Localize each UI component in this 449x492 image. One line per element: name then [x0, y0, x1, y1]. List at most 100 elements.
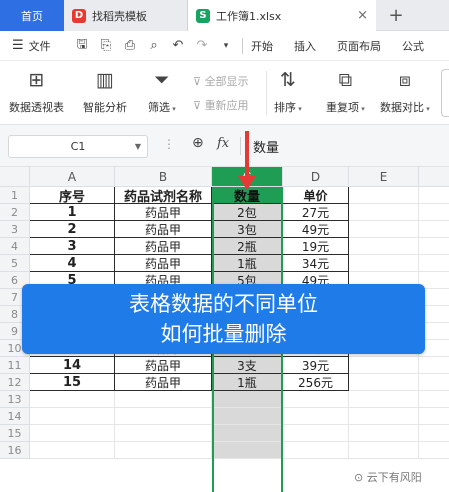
- cell-quantity[interactable]: [212, 425, 283, 442]
- cell-quantity[interactable]: [212, 408, 283, 425]
- cell-index[interactable]: [30, 408, 115, 425]
- header-cell-unit-price[interactable]: 单价: [283, 187, 349, 204]
- sort-button[interactable]: ⇅ 排序 ▾: [274, 67, 302, 115]
- customize-chevron-icon[interactable]: ▾: [214, 41, 238, 51]
- cell-quantity[interactable]: [212, 442, 283, 459]
- column-header-f[interactable]: [419, 167, 449, 187]
- empty-cell[interactable]: [349, 425, 419, 442]
- filter-button[interactable]: ⏷ 筛选 ▾: [148, 67, 176, 115]
- empty-cell[interactable]: [419, 357, 449, 374]
- name-box[interactable]: C1 ▼: [8, 135, 148, 158]
- column-header-e[interactable]: E: [349, 167, 419, 187]
- select-all-corner[interactable]: [0, 167, 30, 187]
- empty-cell[interactable]: [349, 187, 419, 204]
- ribbon-tab-insert[interactable]: 插入: [294, 38, 316, 54]
- cell-quantity[interactable]: 1瓶: [212, 255, 283, 272]
- empty-cell[interactable]: [349, 238, 419, 255]
- row-header[interactable]: 5: [0, 255, 30, 272]
- cell-unit-price[interactable]: [283, 391, 349, 408]
- empty-cell[interactable]: [419, 391, 449, 408]
- empty-cell[interactable]: [419, 408, 449, 425]
- show-all-button[interactable]: ⊽ 全部显示: [193, 73, 249, 89]
- formula-input[interactable]: 数量: [253, 137, 279, 156]
- column-header-a[interactable]: A: [30, 167, 115, 187]
- row-header[interactable]: 11: [0, 357, 30, 374]
- cell-drug-name[interactable]: 药品甲: [115, 204, 212, 221]
- column-header-d[interactable]: D: [283, 167, 349, 187]
- row-header[interactable]: 1: [0, 187, 30, 204]
- reapply-button[interactable]: ⊽ 重新应用: [193, 97, 249, 113]
- cell-drug-name[interactable]: [115, 391, 212, 408]
- empty-cell[interactable]: [349, 408, 419, 425]
- row-header[interactable]: 16: [0, 442, 30, 459]
- cell-unit-price[interactable]: 27元: [283, 204, 349, 221]
- empty-cell[interactable]: [419, 204, 449, 221]
- cell-quantity[interactable]: 2包: [212, 204, 283, 221]
- empty-cell[interactable]: [349, 391, 419, 408]
- zoom-icon[interactable]: ⊕: [192, 135, 204, 151]
- cell-quantity[interactable]: 3支: [212, 357, 283, 374]
- ribbon-overflow-panel[interactable]: [441, 69, 449, 117]
- empty-cell[interactable]: [419, 425, 449, 442]
- cell-drug-name[interactable]: 药品甲: [115, 238, 212, 255]
- tab-template[interactable]: D 找稻壳模板: [64, 0, 188, 31]
- ribbon-tab-page-layout[interactable]: 页面布局: [337, 38, 381, 54]
- cell-drug-name[interactable]: 药品甲: [115, 221, 212, 238]
- row-header[interactable]: 3: [0, 221, 30, 238]
- cell-quantity[interactable]: 1瓶: [212, 374, 283, 391]
- cell-quantity[interactable]: 3包: [212, 221, 283, 238]
- print-preview-icon[interactable]: ⌕: [142, 38, 166, 53]
- empty-cell[interactable]: [419, 374, 449, 391]
- row-header[interactable]: 2: [0, 204, 30, 221]
- empty-cell[interactable]: [349, 221, 419, 238]
- cell-drug-name[interactable]: [115, 442, 212, 459]
- empty-cell[interactable]: [349, 442, 419, 459]
- empty-cell[interactable]: [349, 374, 419, 391]
- ribbon-tab-formulas[interactable]: 公式: [402, 38, 424, 54]
- empty-cell[interactable]: [419, 442, 449, 459]
- row-header[interactable]: 4: [0, 238, 30, 255]
- cell-index[interactable]: [30, 391, 115, 408]
- column-header-b[interactable]: B: [115, 167, 212, 187]
- cell-unit-price[interactable]: 19元: [283, 238, 349, 255]
- row-header[interactable]: 14: [0, 408, 30, 425]
- header-cell-drug-name[interactable]: 药品试剂名称: [115, 187, 212, 204]
- chevron-down-icon[interactable]: ▼: [135, 142, 141, 151]
- cell-unit-price[interactable]: [283, 442, 349, 459]
- cell-unit-price[interactable]: 39元: [283, 357, 349, 374]
- empty-cell[interactable]: [419, 255, 449, 272]
- header-cell-index[interactable]: 序号: [30, 187, 115, 204]
- cell-unit-price[interactable]: 49元: [283, 221, 349, 238]
- pivot-table-button[interactable]: ⊞ 数据透视表: [9, 67, 64, 115]
- cell-drug-name[interactable]: 药品甲: [115, 374, 212, 391]
- cell-index[interactable]: 1: [30, 204, 115, 221]
- ribbon-tab-home[interactable]: 开始: [251, 38, 273, 54]
- cell-index[interactable]: [30, 425, 115, 442]
- compare-button[interactable]: ⧈ 数据对比 ▾: [380, 67, 430, 115]
- drag-handle-icon[interactable]: ⋮: [163, 137, 175, 151]
- empty-cell[interactable]: [419, 187, 449, 204]
- cell-drug-name[interactable]: [115, 425, 212, 442]
- export-icon[interactable]: ⎘: [94, 38, 118, 53]
- duplicates-button[interactable]: ⧉ 重复项 ▾: [326, 67, 365, 115]
- empty-cell[interactable]: [349, 255, 419, 272]
- undo-icon[interactable]: ↶: [166, 38, 190, 53]
- cell-index[interactable]: 15: [30, 374, 115, 391]
- empty-cell[interactable]: [349, 204, 419, 221]
- cell-quantity[interactable]: 2瓶: [212, 238, 283, 255]
- cell-quantity[interactable]: [212, 391, 283, 408]
- cell-index[interactable]: [30, 442, 115, 459]
- cell-index[interactable]: 4: [30, 255, 115, 272]
- row-header[interactable]: 13: [0, 391, 30, 408]
- close-tab-icon[interactable]: ×: [357, 8, 368, 23]
- smart-analysis-button[interactable]: ▥ 智能分析: [83, 67, 127, 115]
- cell-unit-price[interactable]: [283, 408, 349, 425]
- empty-cell[interactable]: [419, 221, 449, 238]
- cell-index[interactable]: 2: [30, 221, 115, 238]
- function-icon[interactable]: fx: [217, 136, 229, 151]
- cell-index[interactable]: 3: [30, 238, 115, 255]
- cell-unit-price[interactable]: [283, 425, 349, 442]
- cell-unit-price[interactable]: 256元: [283, 374, 349, 391]
- cell-drug-name[interactable]: 药品甲: [115, 357, 212, 374]
- new-tab-button[interactable]: +: [376, 0, 416, 31]
